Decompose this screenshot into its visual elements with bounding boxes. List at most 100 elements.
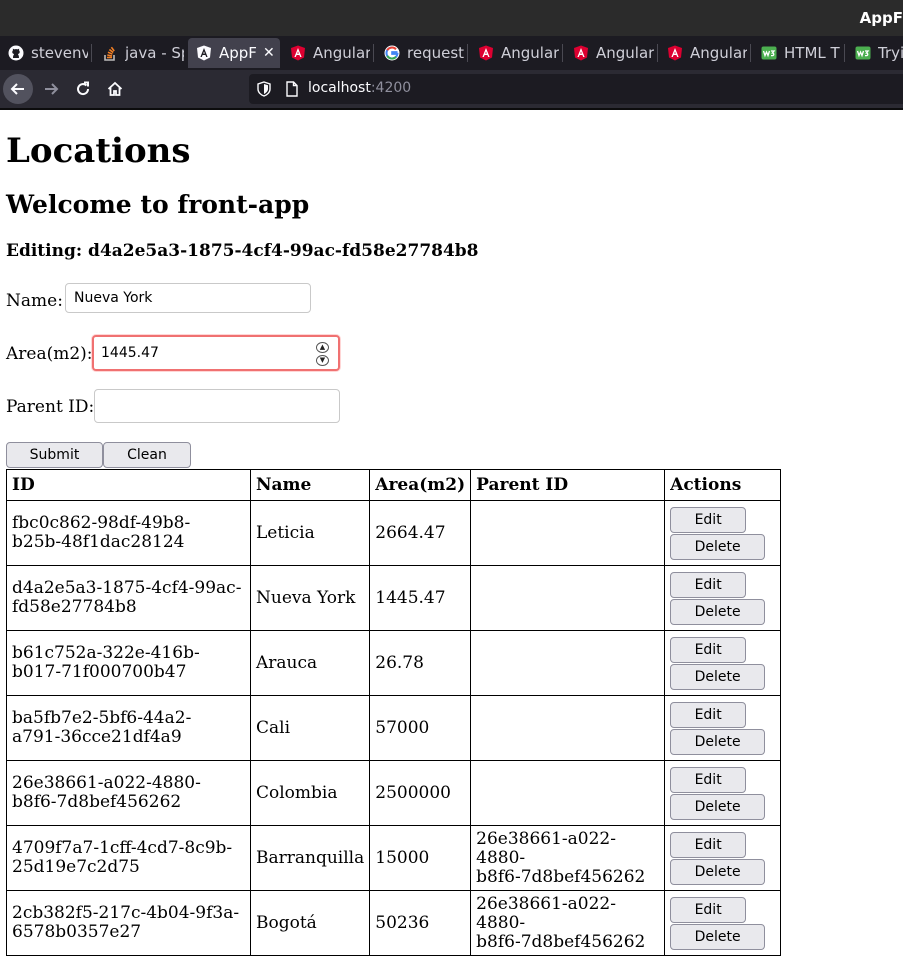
cell-actions: Edit Delete (664, 695, 782, 761)
table-row: 2cb382f5-217c-4b04-9f3a- 6578b0357e27 Bog… (6, 890, 782, 956)
parent-id-input[interactable] (94, 389, 340, 423)
tab-angular-1[interactable]: Angular (282, 38, 370, 68)
cell-parent-id (470, 695, 666, 761)
angular-icon (196, 45, 212, 61)
shield-icon[interactable] (257, 81, 271, 101)
delete-button[interactable]: Delete (670, 729, 766, 755)
number-spinner[interactable]: ▲ ▼ (316, 342, 329, 366)
tab-github[interactable]: stevenv (0, 38, 88, 68)
google-icon (384, 45, 400, 61)
delete-button[interactable]: Delete (670, 664, 766, 690)
cell-name: Colombia (249, 760, 371, 826)
edit-button[interactable]: Edit (670, 832, 747, 858)
forward-button[interactable] (36, 74, 66, 104)
tab-google-request[interactable]: request (376, 38, 464, 68)
cell-parent-id (470, 760, 666, 826)
cell-parent-id: 26e38661-a022-4880- b8f6-7d8bef456262 (470, 890, 666, 956)
cell-area: 1445.47 (369, 565, 472, 631)
edit-button[interactable]: Edit (670, 637, 747, 663)
cell-id: 2cb382f5-217c-4b04-9f3a- 6578b0357e27 (6, 890, 251, 956)
cell-actions: Edit Delete (664, 630, 782, 696)
forward-arrow-icon (45, 83, 59, 95)
area-label: Area(m2): (6, 344, 93, 364)
address-bar[interactable]: localhost:4200 (249, 74, 903, 104)
submit-button[interactable]: Submit (6, 442, 103, 468)
tab-label: Angular (690, 44, 747, 62)
delete-button[interactable]: Delete (670, 859, 766, 885)
w3schools-icon (855, 45, 871, 61)
reload-icon (77, 81, 90, 96)
back-arrow-icon (10, 83, 24, 95)
table-row: 4709f7a7-1cff-4cd7-8c9b- 25d19e7c2d75 Bar… (6, 825, 782, 891)
tab-java[interactable]: java - Sp (94, 38, 184, 68)
cell-actions: Edit Delete (664, 565, 782, 631)
edit-button[interactable]: Edit (670, 767, 747, 793)
tab-angular-2[interactable]: Angular (470, 38, 560, 68)
column-header-actions: Actions (664, 469, 782, 501)
edit-button[interactable]: Edit (670, 897, 747, 923)
angular-red-icon (667, 45, 683, 61)
spin-up-icon[interactable]: ▲ (316, 342, 329, 353)
back-button[interactable] (3, 74, 33, 104)
stackoverflow-icon (102, 45, 118, 61)
column-header-id: ID (6, 469, 251, 501)
cell-id: 26e38661-a022-4880- b8f6-7d8bef456262 (6, 760, 251, 826)
edit-button[interactable]: Edit (670, 572, 747, 598)
clean-button[interactable]: Clean (103, 442, 191, 468)
cell-name: Nueva York (249, 565, 371, 631)
cell-id: b61c752a-322e-416b-b017-71f000700b47 (6, 630, 251, 696)
table-header-row: ID Name Area(m2) Parent ID Actions (6, 469, 782, 501)
cell-id: ba5fb7e2-5bf6-44a2- a791-36cce21df4a9 (6, 695, 251, 761)
tab-separator (373, 44, 374, 62)
column-header-area: Area(m2) (369, 469, 472, 501)
window-titlebar: AppF (0, 0, 903, 36)
home-icon (107, 81, 123, 96)
delete-button[interactable]: Delete (670, 924, 766, 950)
tab-appf[interactable]: AppF ✕ (188, 38, 280, 68)
tab-separator (657, 44, 658, 62)
table-row: 26e38661-a022-4880- b8f6-7d8bef456262 Col… (6, 760, 782, 826)
table-row: d4a2e5a3-1875-4cf4-99ac-fd58e27784b8 Nue… (6, 565, 782, 631)
cell-parent-id (470, 630, 666, 696)
name-input[interactable]: Nueva York (65, 283, 311, 313)
cell-name: Cali (249, 695, 371, 761)
tab-tryit[interactable]: Tryi (847, 38, 903, 68)
tab-label: request (407, 44, 464, 62)
close-icon[interactable]: ✕ (263, 45, 275, 61)
cell-name: Barranquilla (249, 825, 371, 891)
column-header-parent-id: Parent ID (470, 469, 666, 501)
table-row: ba5fb7e2-5bf6-44a2- a791-36cce21df4a9 Cal… (6, 695, 782, 761)
delete-button[interactable]: Delete (670, 794, 766, 820)
cell-id: d4a2e5a3-1875-4cf4-99ac-fd58e27784b8 (6, 565, 251, 631)
spin-down-icon[interactable]: ▼ (316, 355, 329, 366)
table-row: fbc0c862-98df-49b8- b25b-48f1dac28124 Let… (6, 500, 782, 566)
tab-label: Tryi (878, 44, 903, 62)
edit-button[interactable]: Edit (670, 702, 747, 728)
editing-heading: Editing: d4a2e5a3-1875-4cf4-99ac-fd58e27… (6, 241, 479, 261)
area-input[interactable]: 1445.47 ▲ ▼ (92, 335, 340, 371)
cell-name: Leticia (249, 500, 371, 566)
delete-button[interactable]: Delete (670, 534, 766, 560)
edit-button[interactable]: Edit (670, 507, 747, 533)
angular-red-icon (478, 45, 494, 61)
cell-area: 50236 (369, 890, 472, 956)
name-label: Name: (6, 291, 63, 311)
tab-separator (844, 44, 845, 62)
delete-button[interactable]: Delete (670, 599, 766, 625)
cell-actions: Edit Delete (664, 825, 782, 891)
tab-label: AppF (219, 44, 257, 62)
welcome-heading: Welcome to front-app (6, 190, 310, 219)
angular-red-icon (573, 45, 589, 61)
tab-angular-3[interactable]: Angular (565, 38, 655, 68)
tab-html[interactable]: HTML T (753, 38, 841, 68)
parent-id-label: Parent ID: (6, 397, 95, 417)
reload-button[interactable] (68, 74, 98, 104)
locations-table: ID Name Area(m2) Parent ID Actions fbc0c… (6, 469, 782, 956)
cell-area: 15000 (369, 825, 472, 891)
page-content: Locations Welcome to front-app Editing: … (0, 110, 903, 976)
tab-angular-4[interactable]: Angular (659, 38, 747, 68)
home-button[interactable] (100, 74, 130, 104)
cell-actions: Edit Delete (664, 760, 782, 826)
cell-parent-id (470, 500, 666, 566)
cell-actions: Edit Delete (664, 890, 782, 956)
